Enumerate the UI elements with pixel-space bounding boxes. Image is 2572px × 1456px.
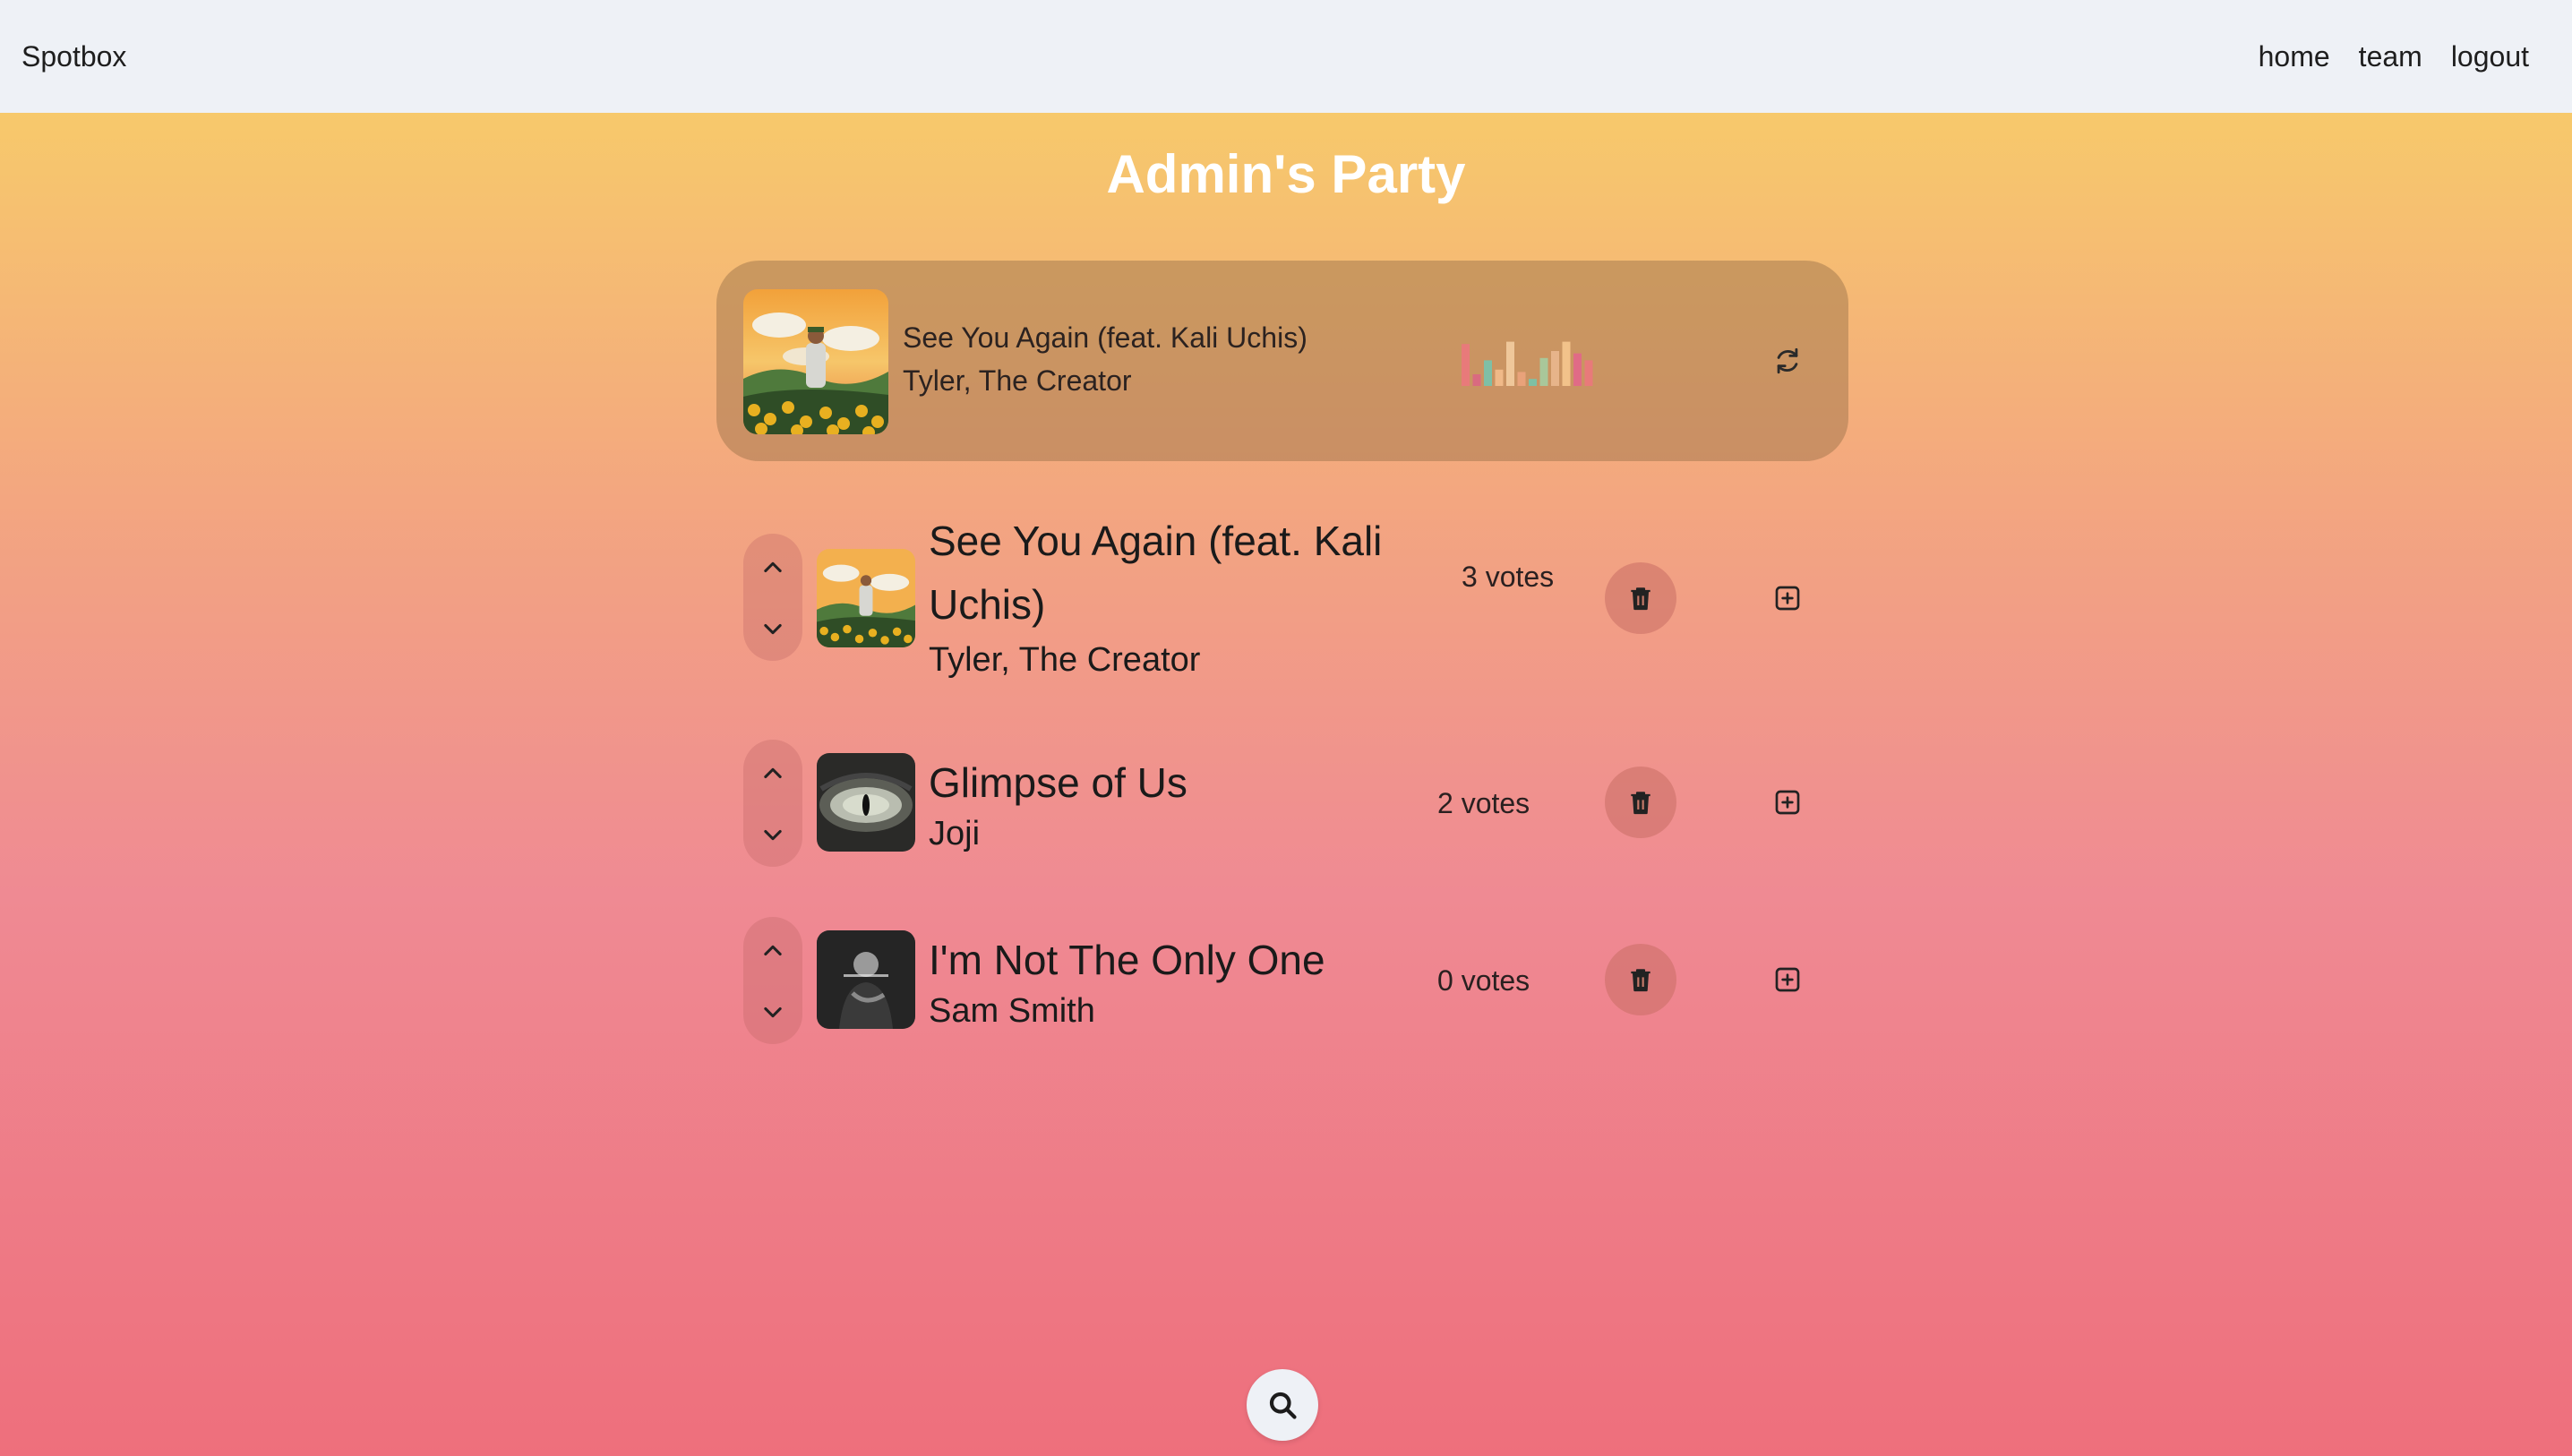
plus-square-icon [1775, 967, 1800, 992]
queue-item: Glimpse of Us Joji 2 votes [743, 740, 1818, 867]
upvote-button[interactable] [743, 543, 802, 593]
trash-icon [1631, 587, 1650, 611]
queue-item: I'm Not The Only One Sam Smith 0 votes [743, 917, 1818, 1044]
album-art-sam-smith-icon [817, 930, 915, 1029]
queue-item-cover [817, 753, 915, 852]
visualizer-bar [1517, 372, 1526, 386]
downvote-button[interactable] [743, 809, 802, 860]
vote-count: 2 votes [1437, 787, 1530, 819]
visualizer-bar [1484, 360, 1492, 386]
vote-count: 0 votes [1437, 964, 1530, 997]
chevron-down-icon [764, 623, 782, 635]
page-title: Admin's Party [1106, 144, 1466, 204]
vote-control [743, 917, 802, 1044]
delete-button[interactable] [1605, 562, 1676, 634]
visualizer-bar [1539, 357, 1548, 386]
plus-square-icon [1775, 790, 1800, 815]
visualizer-bar [1551, 351, 1559, 386]
queue-item-artist: Tyler, The Creator [929, 641, 1201, 679]
plus-square-icon [1775, 586, 1800, 611]
chevron-up-icon [764, 767, 782, 779]
downvote-button[interactable] [743, 604, 802, 654]
upvote-button[interactable] [743, 749, 802, 799]
visualizer-bar [1506, 341, 1514, 386]
chevron-up-icon [764, 561, 782, 573]
delete-button[interactable] [1605, 767, 1676, 838]
queue-item-cover [817, 549, 915, 647]
album-art-eye-icon [817, 753, 915, 852]
queue-item-artist: Joji [929, 815, 981, 852]
vote-control [743, 740, 802, 867]
visualizer-bar [1562, 341, 1571, 386]
queue-item: See You Again (feat. Kali Uchis) Tyler, … [743, 518, 1818, 679]
queue-item-title: Glimpse of Us [929, 759, 1187, 806]
visualizer-bar [1529, 379, 1537, 386]
brand-logo[interactable]: Spotbox [21, 40, 126, 73]
delete-button[interactable] [1605, 944, 1676, 1015]
search-button[interactable] [1247, 1369, 1318, 1441]
nav-link-logout[interactable]: logout [2451, 40, 2529, 73]
queue-item-title: See You Again (feat. Kali Uchis) [929, 518, 1383, 628]
vote-control [743, 534, 802, 661]
album-art-flower-boy-icon [817, 549, 915, 647]
add-to-playlist-button[interactable] [1766, 958, 1809, 1001]
trash-icon [1631, 792, 1650, 815]
visualizer-bar [1462, 344, 1470, 386]
visualizer-bar [1472, 374, 1481, 386]
add-to-playlist-button[interactable] [1766, 781, 1809, 824]
navbar: Spotbox home team logout [0, 0, 2572, 113]
audio-visualizer [1462, 341, 1593, 386]
downvote-button[interactable] [743, 987, 802, 1037]
nav-link-home[interactable]: home [2259, 40, 2330, 73]
now-playing-artist: Tyler, The Creator [903, 364, 1132, 397]
queue-item-artist: Sam Smith [929, 992, 1095, 1030]
queue-item-title: I'm Not The Only One [929, 937, 1325, 983]
upvote-button[interactable] [743, 926, 802, 976]
chevron-up-icon [764, 945, 782, 956]
visualizer-bar [1573, 353, 1582, 386]
refresh-icon [1777, 347, 1798, 374]
now-playing-card: See You Again (feat. Kali Uchis) Tyler, … [716, 261, 1848, 461]
now-playing-title: See You Again (feat. Kali Uchis) [903, 321, 1307, 354]
queue-item-cover [817, 930, 915, 1029]
refresh-button[interactable] [1762, 336, 1813, 386]
add-to-playlist-button[interactable] [1766, 577, 1809, 620]
search-icon [1269, 1392, 1297, 1419]
now-playing-cover [743, 289, 888, 434]
visualizer-bar [1495, 369, 1504, 386]
trash-icon [1631, 969, 1650, 992]
nav-link-team[interactable]: team [2359, 40, 2422, 73]
vote-count: 3 votes [1462, 561, 1555, 593]
nav-links: home team logout [2259, 40, 2551, 73]
chevron-down-icon [764, 1006, 782, 1018]
album-art-flower-boy-icon [743, 289, 888, 434]
visualizer-bar [1584, 360, 1593, 386]
chevron-down-icon [764, 829, 782, 841]
